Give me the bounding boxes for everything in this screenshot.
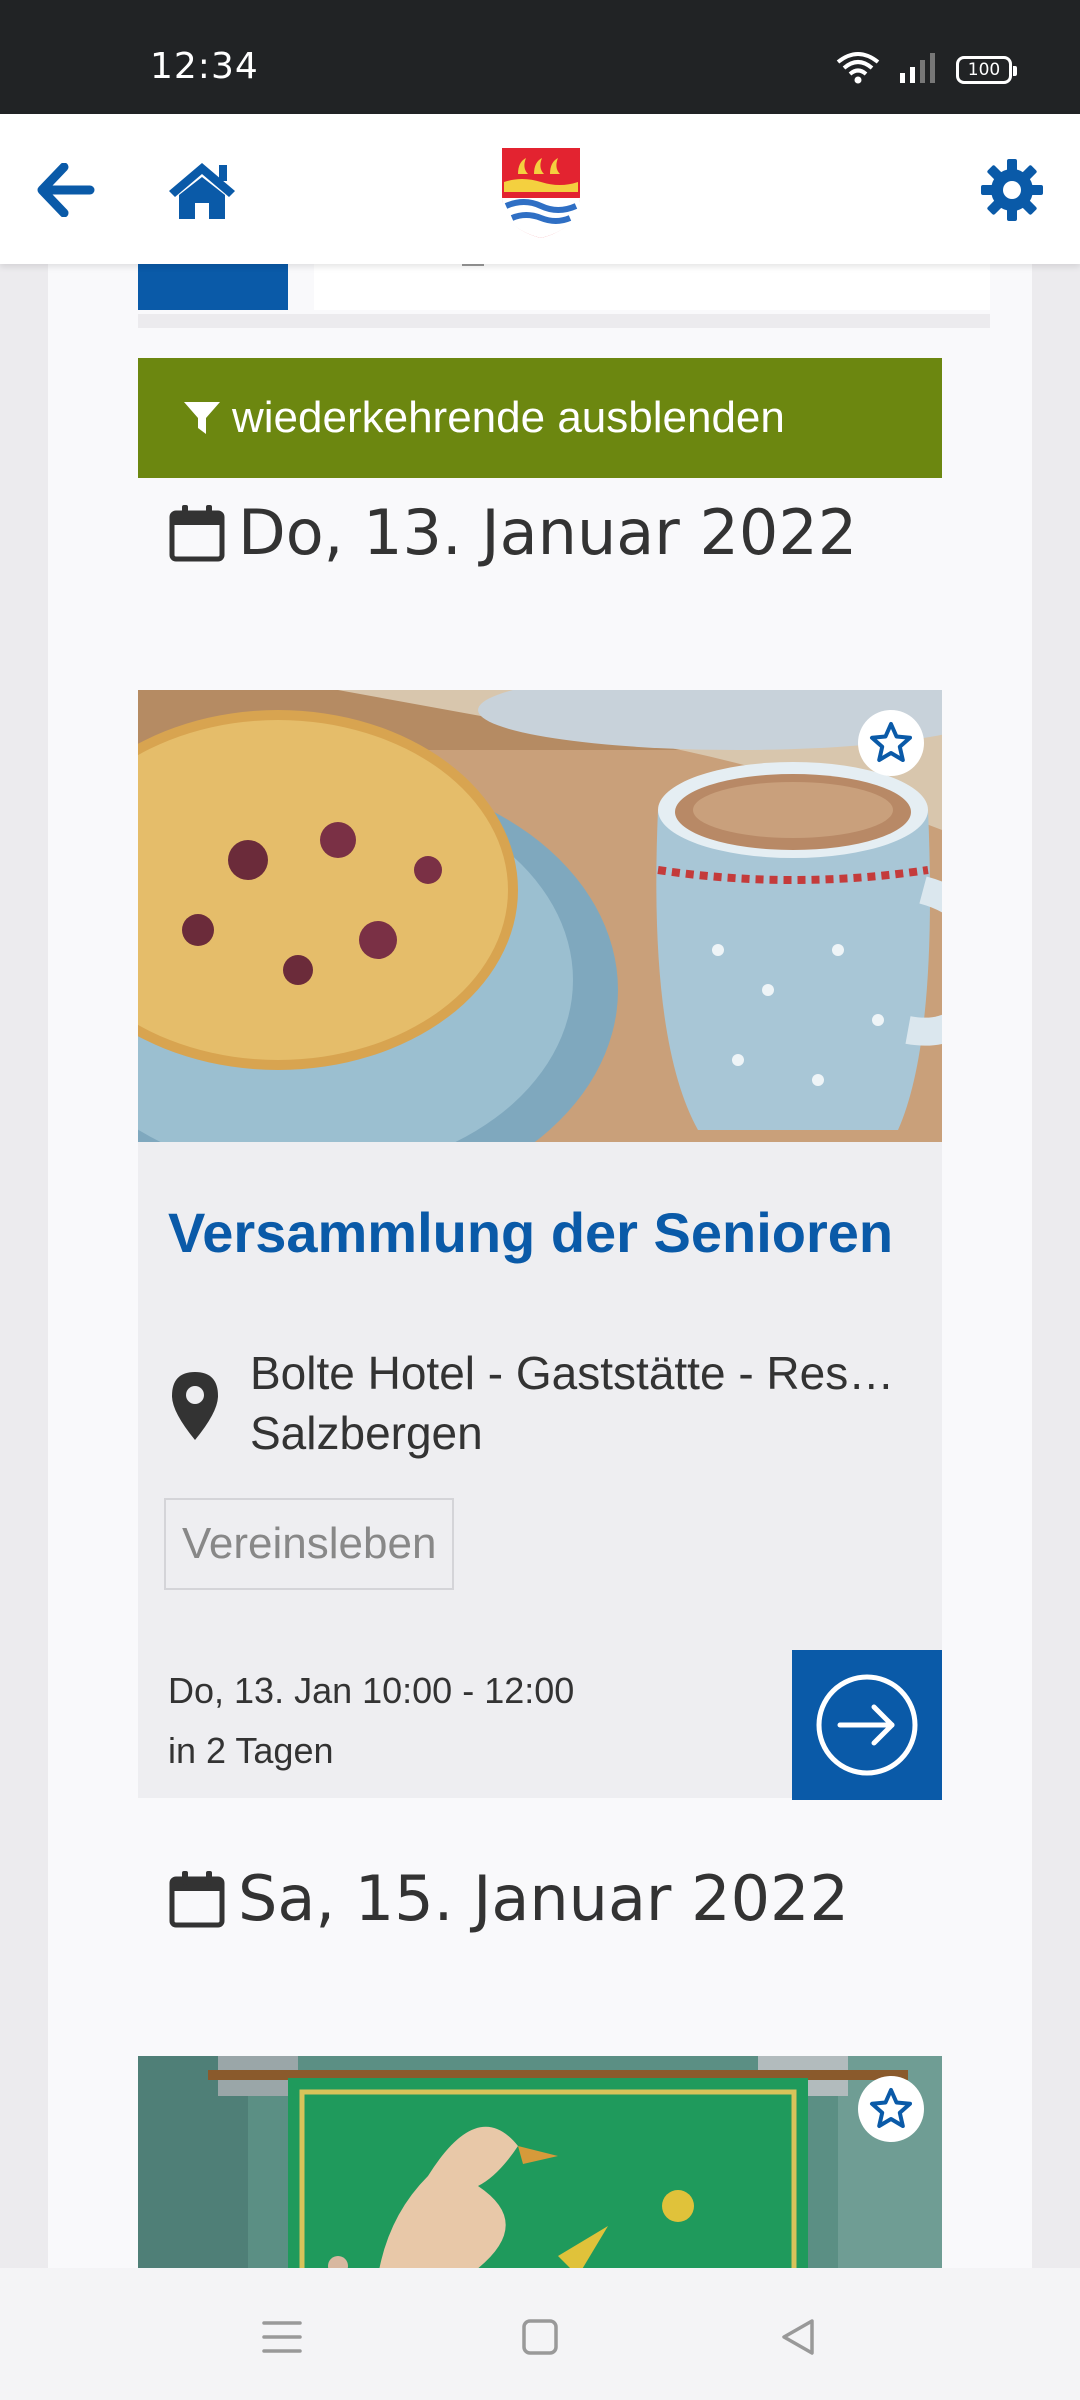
event-list-panel[interactable]: wiederkehrende ausblenden Do, 13. Januar… xyxy=(48,264,1032,2268)
settings-button[interactable] xyxy=(974,152,1050,228)
hide-recurring-button[interactable]: wiederkehrende ausblenden xyxy=(138,358,942,478)
recent-apps-button[interactable] xyxy=(252,2312,312,2362)
event-title[interactable]: Versammlung der Senioren xyxy=(168,1200,912,1265)
favorite-button[interactable] xyxy=(858,2076,924,2142)
back-nav-button[interactable] xyxy=(768,2312,828,2362)
triangle-back-icon xyxy=(782,2319,814,2355)
status-icons: 100 xyxy=(836,50,1017,89)
calendar-icon xyxy=(169,504,225,561)
date-heading-text: Sa, 15. Januar 2022 xyxy=(238,1862,849,1935)
home-button[interactable] xyxy=(160,150,244,230)
event-town: Salzbergen xyxy=(250,1407,483,1459)
filter-icon xyxy=(184,402,220,434)
favorite-button[interactable] xyxy=(858,710,924,776)
calendar-icon xyxy=(169,1870,225,1927)
arrow-left-icon xyxy=(37,163,95,217)
location-pin-icon xyxy=(172,1372,218,1440)
event-card[interactable]: Versammlung der Senioren Bolte Hotel - G… xyxy=(138,690,942,1800)
hide-recurring-label: wiederkehrende ausblenden xyxy=(232,393,785,442)
search-button[interactable] xyxy=(138,264,288,310)
back-button[interactable] xyxy=(30,154,102,226)
battery-icon: 100 xyxy=(956,55,1017,84)
open-event-button[interactable] xyxy=(792,1650,942,1800)
status-bar: 12:34 100 xyxy=(0,0,1080,114)
system-nav-bar xyxy=(0,2268,1080,2400)
gear-icon xyxy=(981,159,1043,221)
menu-icon xyxy=(262,2321,302,2353)
home-icon xyxy=(169,163,235,219)
home-nav-button[interactable] xyxy=(510,2312,570,2362)
date-heading-text: Do, 13. Januar 2022 xyxy=(238,496,858,569)
arrow-right-circle-icon xyxy=(816,1674,918,1776)
coat-of-arms-logo[interactable] xyxy=(498,144,584,240)
event-card[interactable] xyxy=(138,2056,942,2268)
search-input[interactable] xyxy=(314,264,990,310)
event-image xyxy=(138,2056,942,2268)
date-heading: Sa, 15. Januar 2022 xyxy=(168,1862,849,1935)
app-header xyxy=(0,114,1080,264)
date-heading: Do, 13. Januar 2022 xyxy=(168,496,857,569)
star-icon xyxy=(870,722,912,762)
search-bar xyxy=(138,264,990,328)
status-time: 12:34 xyxy=(150,46,259,87)
event-location: Bolte Hotel - Gaststätte - Restaurant xyxy=(250,1347,900,1399)
event-relative-time: in 2 Tagen xyxy=(168,1730,334,1771)
star-icon xyxy=(870,2088,912,2128)
wifi-icon xyxy=(836,50,880,89)
signal-icon xyxy=(898,51,938,88)
app-screen: 12:34 100 wiederkehrende ausblenden Do, … xyxy=(0,0,1080,2400)
event-time: Do, 13. Jan 10:00 - 12:00 xyxy=(168,1670,575,1711)
square-home-icon xyxy=(522,2319,558,2355)
category-tag[interactable]: Vereinsleben xyxy=(164,1498,455,1590)
event-image xyxy=(138,690,942,1142)
